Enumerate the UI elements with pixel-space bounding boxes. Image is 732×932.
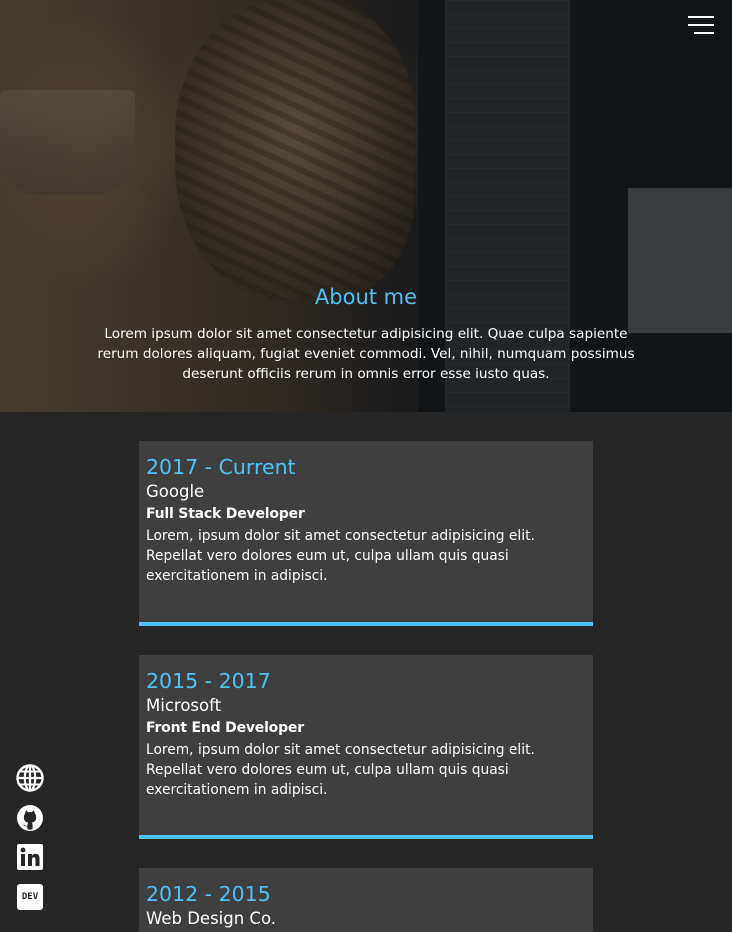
experience-period: 2015 - 2017 [146, 669, 271, 693]
linkedin-link[interactable] [16, 843, 44, 871]
experience-card: 2015 - 2017 Microsoft Front End Develope… [139, 655, 593, 839]
experience-company: Google [146, 482, 205, 501]
experience-role: Full Stack Developer [146, 506, 305, 522]
globe-icon [16, 764, 44, 792]
about-title: About me [314, 285, 418, 309]
experience-description: Lorem, ipsum dolor sit amet consectetur … [146, 528, 535, 584]
dev-link[interactable]: DEV [16, 883, 44, 911]
hamburger-icon-line [694, 32, 714, 34]
experience-period: 2017 - Current [146, 455, 296, 479]
dev-badge-icon: DEV [17, 884, 43, 910]
github-link[interactable] [16, 804, 44, 832]
experience-period: 2012 - 2015 [146, 882, 271, 906]
about-text: Lorem ipsum dolor sit amet consectetur a… [97, 326, 635, 382]
menu-button[interactable] [686, 14, 714, 36]
experience-card: 2017 - Current Google Full Stack Develop… [139, 441, 593, 626]
experience-card: 2012 - 2015 Web Design Co. [139, 868, 593, 932]
hamburger-icon [688, 16, 714, 18]
experience-role: Front End Developer [146, 720, 304, 736]
github-icon [17, 805, 43, 831]
hamburger-icon-line [688, 24, 714, 26]
experience-description: Lorem, ipsum dolor sit amet consectetur … [146, 742, 535, 798]
experience-company: Web Design Co. [146, 909, 277, 928]
experience-company: Microsoft [146, 696, 222, 715]
linkedin-icon [17, 844, 43, 870]
website-link[interactable] [16, 764, 44, 792]
